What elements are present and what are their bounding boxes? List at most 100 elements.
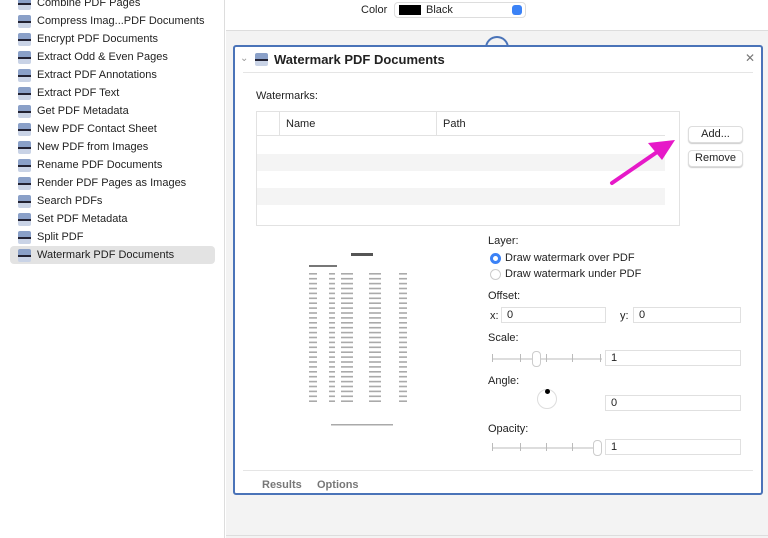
angle-input[interactable]: 0 xyxy=(605,395,741,411)
preview-text-line xyxy=(329,366,335,368)
watermarks-table[interactable]: Name Path xyxy=(256,111,680,226)
offset-x-input[interactable]: 0 xyxy=(501,307,606,323)
preview-text-line xyxy=(341,282,353,285)
preview-text-line xyxy=(399,322,407,324)
preview-text-line xyxy=(399,346,407,349)
color-swatch xyxy=(399,5,421,15)
preview-text-line xyxy=(329,341,335,344)
preview-text-line xyxy=(369,346,381,349)
sidebar-item[interactable]: Extract PDF Text xyxy=(10,84,215,102)
preview-text-line xyxy=(399,302,407,304)
sidebar-item-label: Render PDF Pages as Images xyxy=(37,177,187,189)
action-title-text: Watermark PDF Documents xyxy=(274,52,445,67)
select-stepper-icon xyxy=(512,5,522,15)
sidebar-item[interactable]: Compress Imag...PDF Documents xyxy=(10,12,215,30)
tab-results[interactable]: Results xyxy=(262,479,302,491)
preview-text-line xyxy=(341,375,353,378)
sidebar-item[interactable]: Combine PDF Pages xyxy=(10,0,215,12)
radio-draw-under[interactable]: Draw watermark under PDF xyxy=(490,268,641,280)
preview-text-line xyxy=(399,307,407,309)
preview-text-line xyxy=(309,366,317,368)
sidebar-item-label: Set PDF Metadata xyxy=(37,213,128,225)
preview-text-line xyxy=(329,277,335,280)
preview-text-line xyxy=(329,351,335,353)
preview-text-line xyxy=(329,336,335,339)
preview-text-line xyxy=(399,395,407,398)
preview-text-line xyxy=(309,282,317,285)
preview-text-line xyxy=(399,317,407,319)
preview-text-line xyxy=(369,371,381,373)
column-name[interactable]: Name xyxy=(279,112,436,136)
sidebar-item[interactable]: Render PDF Pages as Images xyxy=(10,174,215,192)
divider xyxy=(226,535,768,536)
preview-text-line xyxy=(369,282,381,285)
preview-text-line xyxy=(369,336,381,339)
tab-options[interactable]: Options xyxy=(317,479,359,491)
preview-footer-line xyxy=(331,424,393,426)
preview-text-line xyxy=(399,400,407,402)
opacity-input[interactable]: 1 xyxy=(605,439,741,455)
radio-label: Draw watermark under PDF xyxy=(505,268,642,280)
y-label: y: xyxy=(620,310,629,322)
slider-knob[interactable] xyxy=(532,351,542,367)
preview-text-line xyxy=(341,400,353,402)
preview-text-line xyxy=(309,341,317,344)
sidebar-item[interactable]: New PDF from Images xyxy=(10,138,215,156)
preview-text-line xyxy=(329,380,335,383)
watermarks-label: Watermarks: xyxy=(256,90,318,102)
preview-text-line xyxy=(399,336,407,339)
radio-label: Draw watermark over PDF xyxy=(505,252,635,264)
offset-y-input[interactable]: 0 xyxy=(633,307,741,323)
preview-text-line xyxy=(399,390,407,393)
preview-text-line xyxy=(399,341,407,344)
sidebar-item[interactable]: Split PDF xyxy=(10,228,215,246)
preview-text-line xyxy=(369,400,381,402)
table-row xyxy=(257,188,665,205)
slider-knob[interactable] xyxy=(593,440,602,456)
sidebar-item[interactable]: Rename PDF Documents xyxy=(10,156,215,174)
add-button[interactable]: Add... xyxy=(688,126,743,143)
preview-text-line xyxy=(329,282,335,285)
preview-text-line xyxy=(329,302,335,304)
sidebar-item-label: New PDF Contact Sheet xyxy=(37,123,157,135)
table-header: Name Path xyxy=(257,112,665,136)
watermark-action-panel: ⌄ Watermark PDF Documents ✕ Watermarks: … xyxy=(233,45,763,495)
sidebar-item[interactable]: Set PDF Metadata xyxy=(10,210,215,228)
preview-text-line xyxy=(309,326,317,329)
sidebar-item[interactable]: New PDF Contact Sheet xyxy=(10,120,215,138)
preview-text-line xyxy=(309,322,317,324)
preview-text-line xyxy=(399,326,407,329)
scale-input[interactable]: 1 xyxy=(605,350,741,366)
preview-text-line xyxy=(399,375,407,378)
sidebar-item[interactable]: Extract PDF Annotations xyxy=(10,66,215,84)
sidebar-item[interactable]: Search PDFs xyxy=(10,192,215,210)
preview-text-line xyxy=(369,273,381,275)
preview-text-line xyxy=(329,307,335,309)
preview-text-line xyxy=(341,277,353,280)
preview-text-line xyxy=(369,331,381,334)
sidebar-item[interactable]: Encrypt PDF Documents xyxy=(10,30,215,48)
collapse-chevron-icon[interactable]: ⌄ xyxy=(240,53,248,64)
preview-text-line xyxy=(329,317,335,319)
radio-draw-over[interactable]: Draw watermark over PDF xyxy=(490,252,635,264)
table-row xyxy=(257,171,665,188)
preview-text-line xyxy=(369,302,381,304)
radio-selected-icon xyxy=(490,252,501,264)
sidebar-item[interactable]: Watermark PDF Documents xyxy=(10,246,215,264)
preview-text-line xyxy=(399,287,407,290)
preview-text-line xyxy=(399,371,407,373)
close-icon[interactable]: ✕ xyxy=(745,51,755,65)
preview-text-line xyxy=(369,361,381,363)
sidebar-item[interactable]: Extract Odd & Even Pages xyxy=(10,48,215,66)
preview-text-line xyxy=(341,287,353,290)
sidebar-item-label: Extract Odd & Even Pages xyxy=(37,51,168,63)
angle-dial[interactable] xyxy=(537,389,557,409)
divider xyxy=(243,72,753,73)
preview-text-line xyxy=(369,307,381,309)
sidebar-item[interactable]: Get PDF Metadata xyxy=(10,102,215,120)
preview-text-line xyxy=(329,292,335,295)
column-path[interactable]: Path xyxy=(436,112,666,136)
preview-text-line xyxy=(341,292,353,295)
remove-button[interactable]: Remove xyxy=(688,150,743,167)
color-select[interactable]: Black xyxy=(394,2,526,18)
